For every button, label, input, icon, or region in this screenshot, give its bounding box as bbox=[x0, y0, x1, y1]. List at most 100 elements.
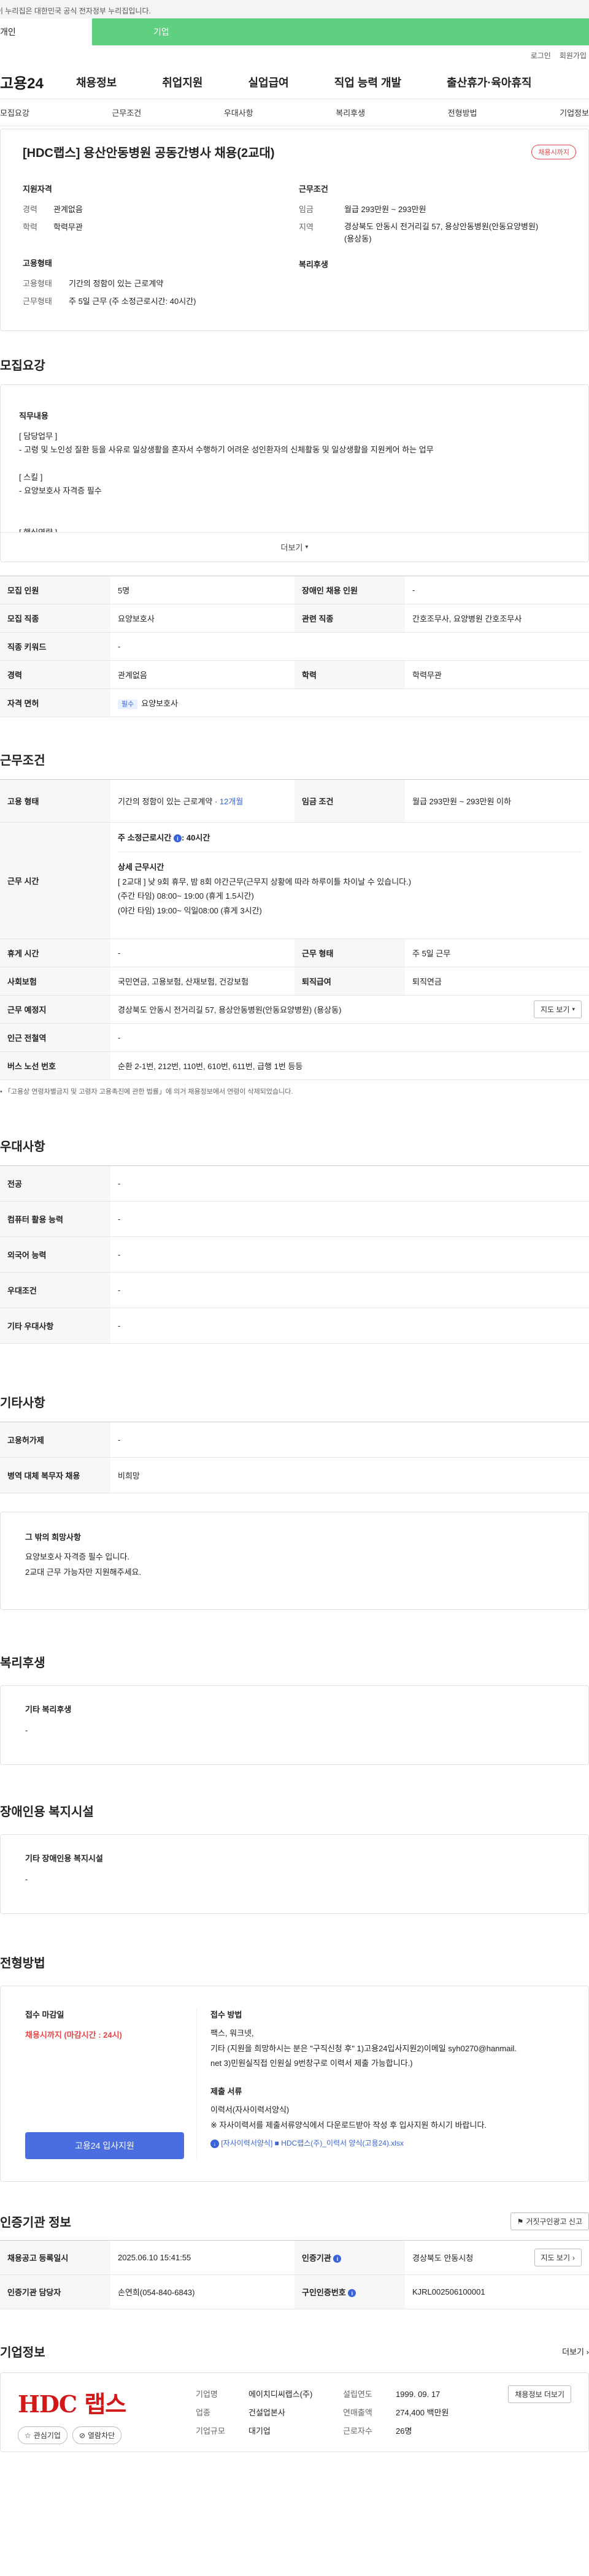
company-more-link[interactable]: 더보기 › bbox=[562, 2345, 589, 2357]
cell-value: - bbox=[110, 1308, 589, 1344]
anchor-work[interactable]: 근무조건 bbox=[112, 107, 141, 118]
work-time-line: (주간 타임) 08:00~ 19:00 (휴게 1.5시간) bbox=[118, 891, 254, 901]
emp-type-label: 고용 형태 bbox=[0, 779, 110, 823]
cert-heading: 인증기관 정보 bbox=[0, 2216, 71, 2230]
cert-table: 채용공고 등록일시 2025.06.10 15:41:55 인증기관 i 경상북도 안… bbox=[0, 2240, 589, 2309]
emp-value: 기간의 정함이 있는 근로계약 bbox=[69, 279, 164, 288]
table-row: 근무 시간 주 소정근로시간 i: 40시간 상세 근무시간 [ 2교대 ] 낮… bbox=[0, 822, 589, 939]
table-row: 외국어 능력 - bbox=[0, 1237, 589, 1273]
report-icon: ⚑ bbox=[517, 2217, 524, 2226]
employees-value: 26명 bbox=[396, 2426, 412, 2436]
cell-value: - bbox=[110, 632, 589, 661]
welfare-box-title: 기타 복리후생 bbox=[25, 1705, 72, 1714]
qual-value: 관계없음 bbox=[53, 205, 83, 214]
emp-value: 주 5일 근무 (주 소정근로시간: 40시간) bbox=[69, 297, 196, 306]
info-icon[interactable]: i bbox=[348, 2289, 356, 2298]
company-size-value: 대기업 bbox=[248, 2426, 271, 2436]
founded-value: 1999. 09. 17 bbox=[396, 2390, 441, 2399]
cell-value: 학력무관 bbox=[405, 660, 589, 689]
cell-label: 근무 형태 bbox=[294, 939, 405, 967]
qual-title: 지원자격 bbox=[23, 185, 52, 194]
recruit-heading: 모집요강 bbox=[0, 359, 45, 373]
cell-value: 5명 bbox=[110, 576, 294, 604]
resume-file-link[interactable]: ↓ [자사이력서양식] ■ HDC랩스(주)_이력서 양식(고용24).xlsx bbox=[210, 2138, 564, 2149]
process-heading: 전형방법 bbox=[0, 1957, 45, 1970]
anchor-company[interactable]: 기업정보 bbox=[560, 107, 589, 118]
workplace-label: 근무 예정지 bbox=[0, 995, 110, 1024]
chevron-right-icon: › bbox=[572, 2253, 575, 2262]
cell-label: 퇴직급여 bbox=[294, 967, 405, 996]
tab-corporate[interactable]: 기업 bbox=[92, 18, 589, 45]
site-logo[interactable]: 고용24 bbox=[0, 71, 67, 93]
table-row: 경력 관계없음 학력 학력무관 bbox=[0, 660, 589, 689]
emp-label: 고용형태 bbox=[23, 279, 52, 288]
cert-map-button[interactable]: 지도 보기 › bbox=[534, 2249, 582, 2266]
recruit-table: 모집 인원 5명 장애인 채용 인원 - 모집 직종 요양보호사 관련 직종 간호조무사, 요… bbox=[0, 576, 589, 717]
gnb-item-parental-leave[interactable]: 출산휴가·육아휴직 bbox=[447, 74, 531, 90]
disabled-box: 기타 장애인용 복지시설 - bbox=[0, 1834, 589, 1914]
more-button[interactable]: 더보기 ▾ bbox=[1, 532, 588, 562]
cell-label: 우대조건 bbox=[0, 1272, 110, 1308]
recruit-section: 모집요강 직무내용 [ 담당업무 ] - 고령 및 노인성 질환 등을 사유로 일… bbox=[0, 356, 589, 717]
revenue-label: 연매출액 bbox=[343, 2407, 372, 2417]
cell-label: 경력 bbox=[0, 660, 110, 689]
company-name-value: 에이치디씨랩스(주) bbox=[248, 2390, 313, 2399]
cert-section: 인증기관 정보 ⚑ 거짓구인광고 신고 채용공고 등록일시 2025.06.10 1… bbox=[0, 2212, 589, 2309]
etc-wish-line: 요양보호사 자격증 필수 입니다. bbox=[25, 1552, 129, 1561]
anchor-process[interactable]: 전형방법 bbox=[448, 107, 477, 118]
gnb-item-jobs[interactable]: 채용정보 bbox=[76, 74, 117, 90]
welfare-heading: 복리후생 bbox=[0, 1656, 45, 1670]
gnb-item-employment-support[interactable]: 취업지원 bbox=[162, 74, 202, 90]
false-ad-report-button[interactable]: ⚑ 거짓구인광고 신고 bbox=[510, 2212, 589, 2230]
pref-heading: 우대사항 bbox=[0, 1140, 45, 1154]
tab-individual[interactable]: 개인 bbox=[0, 18, 92, 45]
method-line: 기타 (지원을 희망하시는 분은 "구직신청 후" 1)고용24입사지원2)이메… bbox=[210, 2043, 517, 2053]
job-title: [HDC랩스] 용산안동병원 공동간병사 채용(2교대) bbox=[23, 147, 275, 160]
qual-value: 학력무관 bbox=[53, 223, 83, 232]
cell-value: - bbox=[110, 1165, 589, 1202]
table-row: 휴게 시간 - 근무 형태 주 5일 근무 bbox=[0, 939, 589, 967]
section-anchor-nav: 모집요강 근무조건 우대사항 복리후생 전형방법 기업정보 bbox=[0, 99, 589, 126]
login-link[interactable]: 로그인 bbox=[531, 50, 551, 61]
anchor-pref[interactable]: 우대사항 bbox=[224, 107, 253, 118]
work-table: 고용 형태 기간의 정함이 있는 근로계약 · 12개월 임금 조건 월급 29… bbox=[0, 779, 589, 1080]
cell-value: - bbox=[110, 1272, 589, 1308]
age-footnote: • 「고용상 연령차별금지 및 고령자 고용촉진에 관한 법률」에 의거 채용정… bbox=[0, 1088, 293, 1096]
company-section: 기업정보 더보기 › HDC 랩스 ☆ 관심기업 ⊘ 열람차단 기업명 에이치디씨랩스… bbox=[0, 2342, 589, 2452]
method-text: 팩스, 워크넷, 기타 (지원을 희망하시는 분은 "구직신청 후" 1)고용24… bbox=[210, 2026, 564, 2071]
apply-button[interactable]: 고용24 입사지원 bbox=[25, 2132, 184, 2159]
signup-link[interactable]: 회원가입 bbox=[560, 50, 587, 61]
info-icon[interactable]: i bbox=[333, 2255, 342, 2263]
cond-label: 지역 bbox=[299, 223, 314, 232]
chevron-down-icon: ▾ bbox=[305, 544, 309, 551]
map-button[interactable]: 지도 보기 ▾ bbox=[533, 1000, 582, 1018]
welfare-box-value: - bbox=[25, 1726, 28, 1735]
cell-value: 국민연금, 고용보험, 산재보험, 건강보험 bbox=[110, 967, 294, 996]
gnb-item-training[interactable]: 직업 능력 개발 bbox=[334, 74, 401, 90]
pref-table: 전공 - 컴퓨터 활용 능력 - 외국어 능력 - 우대조건 - 기타 우대사항 - bbox=[0, 1165, 589, 1344]
table-row: 사회보험 국민연금, 고용보험, 산재보험, 건강보험 퇴직급여 퇴직연금 bbox=[0, 967, 589, 996]
table-row: 근무 예정지 경상북도 안동시 전거리길 57, 용상안동병원(안동요양병원) … bbox=[0, 995, 589, 1024]
wage-label: 임금 조건 bbox=[294, 779, 405, 823]
cell-label: 병역 대체 복무자 채용 bbox=[0, 1457, 110, 1493]
emp-months-value: 12개월 bbox=[219, 797, 244, 806]
interest-company-button[interactable]: ☆ 관심기업 bbox=[18, 2426, 67, 2444]
table-row: 모집 직종 요양보호사 관련 직종 간호조무사, 요양병원 간호조무사 bbox=[0, 604, 589, 633]
gov-notice-bar: 이 누리집은 대한민국 공식 전자정부 누리집입니다. bbox=[0, 0, 589, 18]
deadline-value: 채용시까지 (마감시간 : 24시) bbox=[25, 2030, 122, 2040]
cell-label: 장애인 채용 인원 bbox=[294, 576, 405, 604]
job-detail-line: - 요양보호사 자격증 필수 bbox=[19, 486, 102, 496]
cell-label: 전공 bbox=[0, 1165, 110, 1202]
disabled-facility-section: 장애인용 복지시설 기타 장애인용 복지시설 - bbox=[0, 1802, 589, 1914]
company-jobs-button[interactable]: 채용정보 더보기 bbox=[508, 2385, 571, 2403]
table-row: 버스 노선 번호 순환 2-1번, 212번, 110번, 610번, 611번… bbox=[0, 1051, 589, 1080]
anchor-recruit[interactable]: 모집요강 bbox=[0, 107, 29, 118]
pref-section: 우대사항 전공 - 컴퓨터 활용 능력 - 외국어 능력 - 우대조건 - 기타 우대사항 - bbox=[0, 1137, 589, 1344]
anchor-welfare[interactable]: 복리후생 bbox=[336, 107, 365, 118]
cond-value: 월급 293만원 ~ 293만원 bbox=[344, 205, 426, 214]
etc-section: 기타사항 고용허가제 - 병역 대체 복무자 채용 비희망 그 밖의 희망사항 요양보… bbox=[0, 1393, 589, 1610]
info-icon[interactable]: i bbox=[173, 834, 182, 843]
table-row: 직종 키워드 - bbox=[0, 632, 589, 661]
gnb-item-unemployment-benefit[interactable]: 실업급여 bbox=[248, 74, 289, 90]
block-company-button[interactable]: ⊘ 열람차단 bbox=[72, 2426, 122, 2444]
